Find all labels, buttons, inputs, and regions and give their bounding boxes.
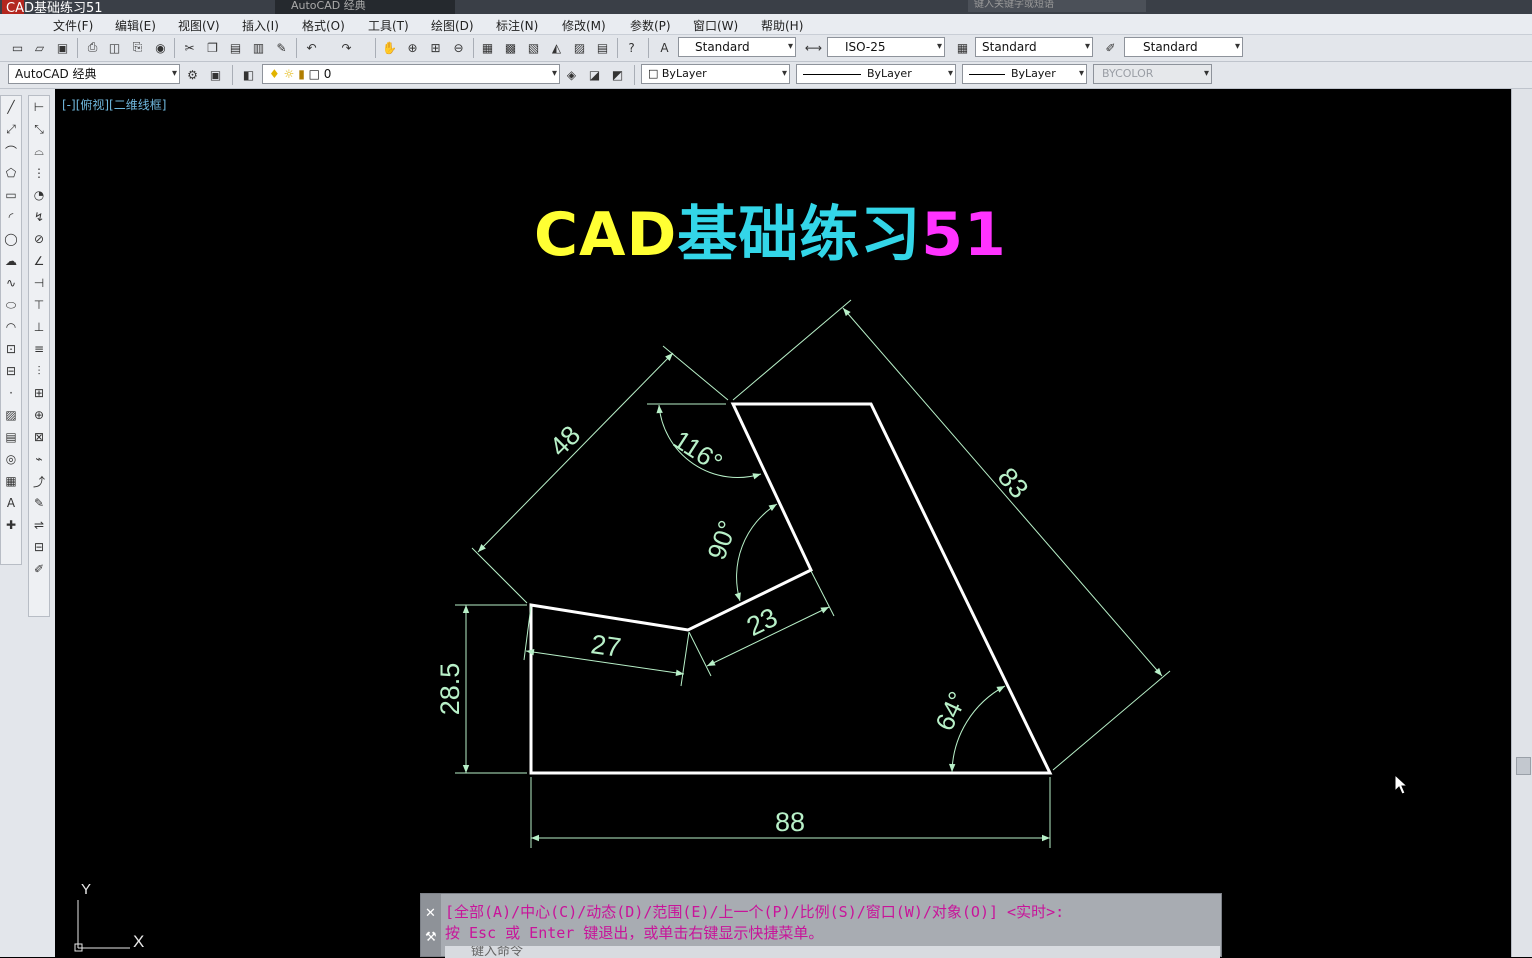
dim23-ext-left <box>688 631 712 677</box>
dim-23-text: 23 <box>742 602 782 642</box>
part-outline[interactable] <box>529 402 1053 775</box>
dim48-line <box>477 352 674 553</box>
dim-83-text: 83 <box>992 462 1034 504</box>
customize-icon[interactable]: ⚒ <box>425 930 437 945</box>
dim48-ext-bottom <box>471 547 528 604</box>
dim27-ext-right <box>680 631 690 687</box>
drawing-svg: 48 83 116° 90° 27 23 28.5 64° 88 <box>435 299 1171 848</box>
scrollbar-thumb[interactable] <box>1516 757 1531 775</box>
mouse-cursor-icon <box>1394 774 1409 795</box>
dim-116-text: 116° <box>668 424 728 477</box>
close-icon[interactable]: ✕ <box>425 906 436 921</box>
command-input[interactable]: 键入命令 <box>445 946 1220 958</box>
dim48-ext-top <box>662 345 729 401</box>
ucs-icon: Y X <box>74 881 144 952</box>
dim90-arc <box>734 503 778 602</box>
dim-88-text: 88 <box>775 807 805 837</box>
vertical-scrollbar[interactable] <box>1511 89 1532 957</box>
dim-64-text: 64° <box>929 687 973 735</box>
dim83-ext-bottom <box>1052 670 1171 771</box>
ucs-y-label: Y <box>81 881 91 898</box>
command-history-line-2: 按 Esc 或 Enter 键退出，或单击右键显示快捷菜单。 <box>445 924 824 942</box>
dim-90-text: 90° <box>701 516 743 563</box>
dim-28_5-text: 28.5 <box>435 663 465 716</box>
dimension-layer <box>455 299 1171 848</box>
dim-27-text: 27 <box>589 629 623 663</box>
command-line-window: ✕ ⚒ [全部(A)/中心(C)/动态(D)/范围(E)/上一个(P)/比例(S… <box>420 893 1222 958</box>
dim83-ext-top <box>732 299 852 401</box>
dim-48-text: 48 <box>544 420 586 462</box>
ucs-x-label: X <box>133 932 144 951</box>
dim23-ext-right <box>810 570 835 617</box>
command-history-line-1: [全部(A)/中心(C)/动态(D)/范围(E)/上一个(P)/比例(S)/窗口… <box>445 903 1065 921</box>
command-line-side: ✕ ⚒ <box>421 894 441 956</box>
